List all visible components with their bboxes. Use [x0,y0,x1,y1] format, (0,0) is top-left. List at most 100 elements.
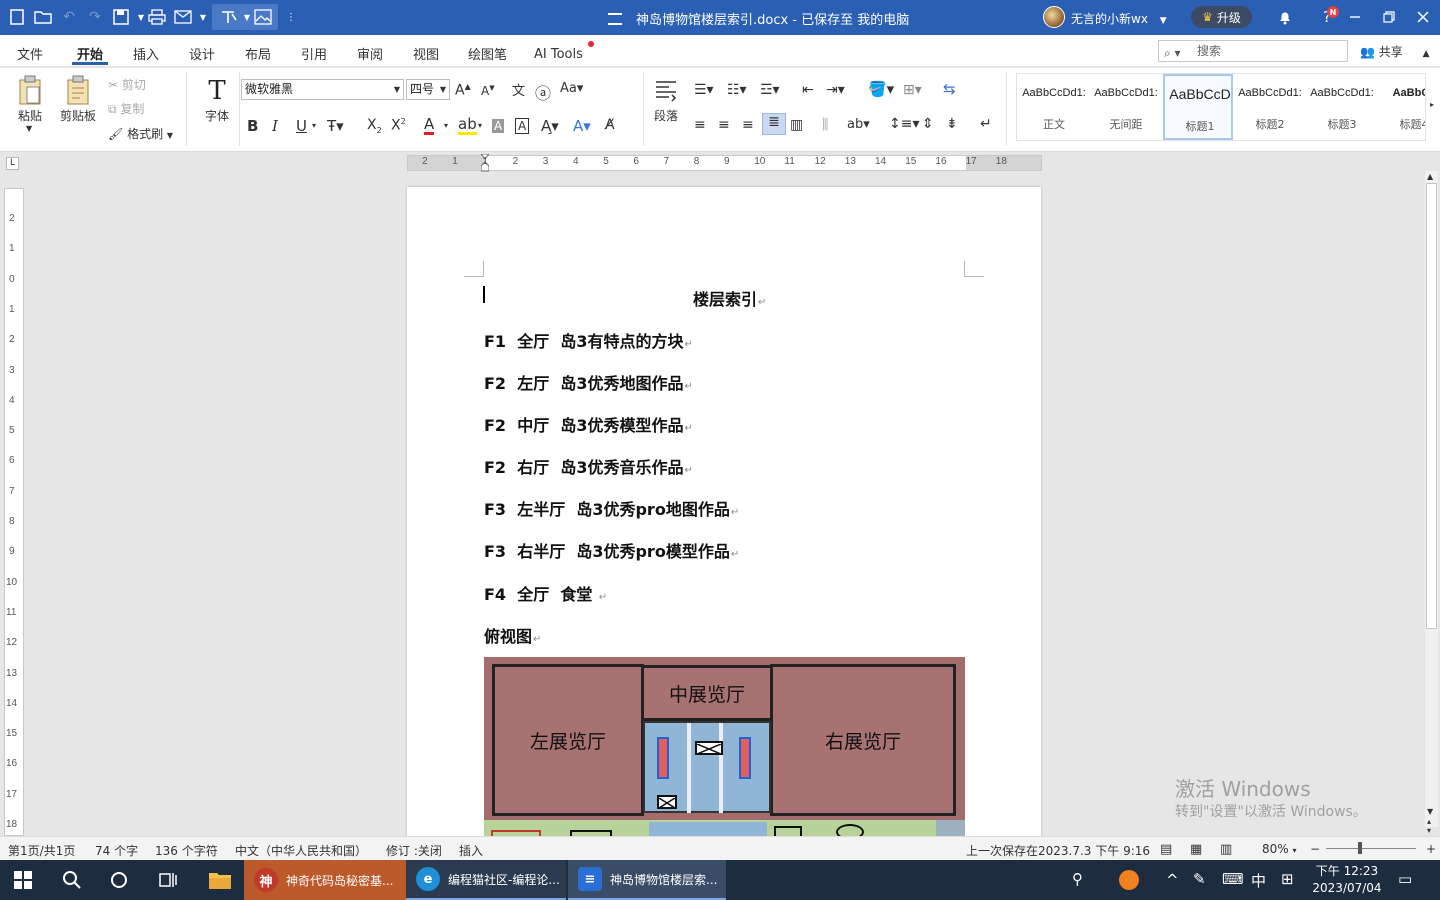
scroll-up-icon[interactable]: ▲ [1427,172,1433,181]
collapse-ribbon-icon[interactable]: ▲ [1423,49,1430,59]
char-spacing-icon[interactable]: A̧▾ [541,117,559,135]
open-folder-icon[interactable] [34,8,52,26]
ime-mode-icon[interactable]: ⊞ [1281,870,1294,888]
char-border-icon[interactable]: A [515,118,530,134]
share-button[interactable]: 👥 共享 ▲ [1360,43,1430,60]
notification-center-icon[interactable]: ▭ [1398,870,1412,888]
search-button[interactable] [52,860,92,900]
style-no-spacing[interactable]: AaBbCcDd1: 无间距 [1091,74,1161,140]
menu-draw[interactable]: 绘图笔 [468,44,507,63]
picture-icon[interactable] [254,8,272,26]
minimize-icon[interactable] [1346,8,1364,26]
menu-layout[interactable]: 布局 [245,44,271,63]
paragraph-label[interactable]: 段落 [654,107,678,124]
track-changes-status[interactable]: 修订 :关闭 [386,842,442,859]
task-view-button[interactable] [148,860,188,900]
subscript-icon[interactable]: X2 [367,117,382,135]
chevron-down-icon[interactable]: ▾ [312,121,316,130]
web-layout-icon[interactable]: ▥ [1220,842,1232,857]
enclose-char-icon[interactable]: ⓐ [535,80,551,104]
insert-mode-status[interactable]: 插入 [459,842,483,859]
clipboard-icon[interactable] [64,74,92,106]
paste-icon[interactable] [16,74,44,106]
mail-icon[interactable] [174,8,192,26]
highlight-icon[interactable]: ab [458,117,477,135]
clipboard-label[interactable]: 剪贴板 [60,107,96,124]
redo-icon[interactable]: ↷ [86,8,104,26]
zoom-slider[interactable] [1326,848,1416,849]
font-size-select[interactable]: 四号 ▼ [406,79,450,100]
style-heading-1[interactable]: AaBbCcD 标题1 [1163,74,1233,140]
start-button[interactable] [6,860,40,900]
read-mode-icon[interactable]: ▤ [1160,842,1172,857]
system-clock[interactable]: 下午 12:23 2023/07/04 [1306,863,1388,897]
language-status[interactable]: 中文（中华人民共和国） [235,842,367,859]
upgrade-button[interactable]: ♛ 升级 [1191,6,1252,28]
menu-view[interactable]: 视图 [413,44,439,63]
scroll-thumb[interactable] [1426,183,1437,629]
menu-design[interactable]: 设计 [189,44,215,63]
font-label[interactable]: 字体 [205,107,229,124]
justify-icon[interactable]: ≣ [762,113,786,135]
font-name-select[interactable]: 微软雅黑 ▼ [241,79,404,100]
decrease-indent-icon[interactable]: ⇤ [802,82,814,98]
borders-icon[interactable]: ⊞▾ [903,82,922,98]
spacing-before-icon[interactable]: ⇕ [922,116,934,132]
format-painter-button[interactable]: 🖌 格式刷 ▼ [108,125,173,142]
chevron-down-icon[interactable]: ▼ [26,124,32,133]
zoom-out-icon[interactable]: − [1310,842,1320,856]
align-left-icon[interactable]: ≡ [694,117,706,133]
cut-button[interactable]: ✂ 剪切 [108,76,146,93]
styles-more-icon[interactable]: ▸ [1430,100,1434,109]
menu-home[interactable]: 开始 [77,44,103,63]
spacing-after-icon[interactable]: ⇟ [946,116,958,132]
file-explorer-button[interactable] [198,860,242,900]
align-right-icon[interactable]: ≡ [742,117,754,133]
taskbar-app-edge[interactable]: e 编程猫社区-编程论... [406,860,566,900]
horizontal-ruler[interactable]: 2 1 1 2 3 4 5 6 7 8 9 10 11 12 13 14 15 16 17 18 [407,153,1042,172]
tab-selector[interactable]: L [6,157,19,170]
zoom-in-icon[interactable]: + [1426,842,1436,856]
numbering-icon[interactable]: ☷▾ [727,82,747,98]
bold-icon[interactable]: B [247,117,258,135]
shrink-font-icon[interactable]: A▼ [481,84,495,98]
copy-button[interactable]: ⧉ 复制 [108,100,144,117]
chevron-down-icon[interactable]: ▾ [478,121,482,130]
menu-file[interactable]: 文件 [17,44,43,63]
top-view-floorplan-image[interactable]: 左展览厅 中展览厅 右展览厅 [484,657,965,836]
avatar[interactable] [1043,6,1065,28]
menu-ai-tools[interactable]: AI Tools [534,47,583,62]
new-document-icon[interactable] [8,8,26,26]
prev-page-icon[interactable]: ▴ [1427,817,1431,826]
style-heading-3[interactable]: AaBbCcDd1: 标题3 [1307,74,1377,140]
zoom-slider-thumb[interactable] [1358,842,1362,854]
menu-insert[interactable]: 插入 [133,44,159,63]
bullets-icon[interactable]: ☰▾ [694,82,714,98]
text-effects-icon[interactable]: A▾ [573,117,591,135]
print-icon[interactable] [148,8,166,26]
page-count[interactable]: 第1页/共1页 [8,842,75,859]
columns-icon[interactable]: ⫼ [822,117,828,133]
close-icon[interactable] [1414,8,1432,26]
style-normal[interactable]: AaBbCcDd1: 正文 [1019,74,1089,140]
floor-line[interactable]: F4 全厅 食堂 ↵ [484,581,607,605]
align-center-icon[interactable]: ≡ [718,117,730,133]
vertical-ruler[interactable]: 2 1 0 1 2 3 4 5 6 7 8 9 10 11 12 13 14 15 16 17 18 [4,188,24,836]
floor-line[interactable]: F3 左半厅 岛3优秀pro地图作品↵ [484,496,739,520]
italic-icon[interactable]: I [272,117,278,135]
taskbar-app-word[interactable]: ≡ 神岛博物馆楼层索... [568,860,726,900]
line-spacing-icon[interactable]: ↕≡▾ [889,116,920,132]
cortana-button[interactable] [100,860,140,900]
draw-pen-icon[interactable] [220,8,238,26]
increase-indent-icon[interactable]: ⇥▾ [826,82,845,98]
save-icon[interactable] [112,8,130,26]
undo-icon[interactable]: ↶ [60,8,78,26]
style-heading-2[interactable]: AaBbCcDd1: 标题2 [1235,74,1305,140]
ime-indicator[interactable]: 中 [1251,870,1266,891]
floor-line[interactable]: F2 右厅 岛3优秀音乐作品↵ [484,454,693,478]
char-shading-icon[interactable]: A [492,119,505,133]
search-input[interactable]: ⌕ ▾ 搜索 [1158,40,1348,62]
font-big-icon[interactable]: T [204,76,230,106]
strikethrough-icon[interactable]: Ŧ▾ [327,117,344,135]
text-direction-icon[interactable]: ab▾ [847,117,870,132]
